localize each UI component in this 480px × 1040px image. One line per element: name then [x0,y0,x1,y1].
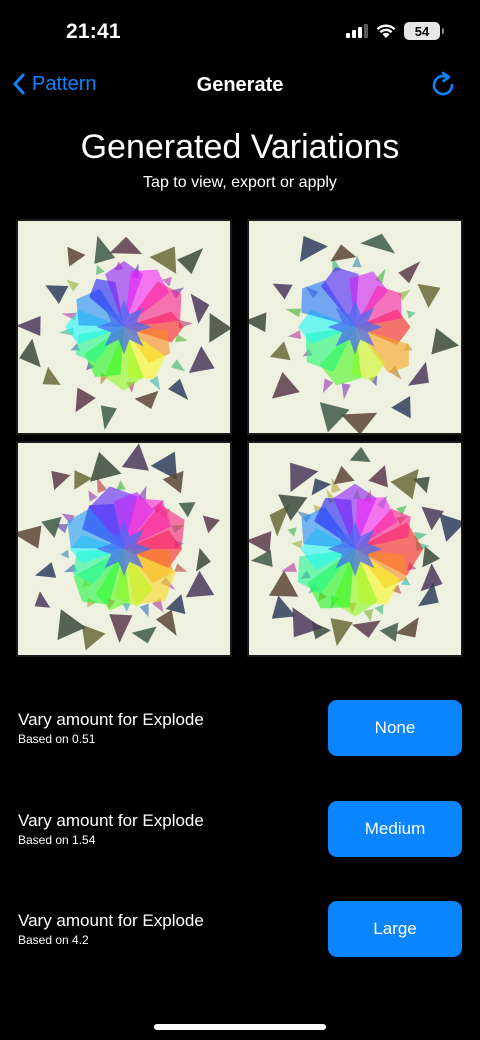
variation-tile-1[interactable] [16,219,232,435]
home-indicator [154,1024,326,1030]
option-title: Vary amount for Explode [18,911,204,930]
page-title: Generated Variations [80,128,400,166]
page-subtitle: Tap to view, export or apply [143,174,337,191]
cellular-signal-icon [346,24,368,38]
status-icons: 54 [346,22,444,40]
variations-grid [16,219,464,658]
variation-tile-3[interactable] [16,441,232,657]
none-button[interactable]: None [328,700,462,756]
status-time: 21:41 [66,20,121,43]
navigation-bar: Pattern Generate [0,64,480,108]
option-base-value: Based on 1.54 [18,833,96,847]
battery-icon: 54 [404,22,444,40]
option-base-value: Based on 0.51 [18,732,96,746]
explode-option-row: Vary amount for Explode Based on 1.54 Me… [18,801,462,857]
option-title: Vary amount for Explode [18,710,204,729]
option-title: Vary amount for Explode [18,811,204,830]
explode-option-row: Vary amount for Explode Based on 4.2 Lar… [18,901,462,957]
large-button[interactable]: Large [328,901,462,957]
variation-pattern-3 [18,443,220,651]
variation-pattern-1 [18,235,230,430]
variation-pattern-4 [249,446,461,647]
medium-button[interactable]: Medium [328,801,462,857]
wifi-icon [376,23,396,38]
variation-pattern-2 [249,233,460,433]
nav-title: Generate [196,74,284,96]
explode-option-row: Vary amount for Explode Based on 0.51 No… [18,700,462,756]
refresh-icon[interactable] [428,70,458,100]
status-bar: 21:41 54 [0,0,480,64]
option-base-value: Based on 4.2 [18,933,89,947]
battery-level: 54 [414,23,430,39]
variation-tile-2[interactable] [247,219,463,435]
variation-tile-4[interactable] [247,441,463,657]
